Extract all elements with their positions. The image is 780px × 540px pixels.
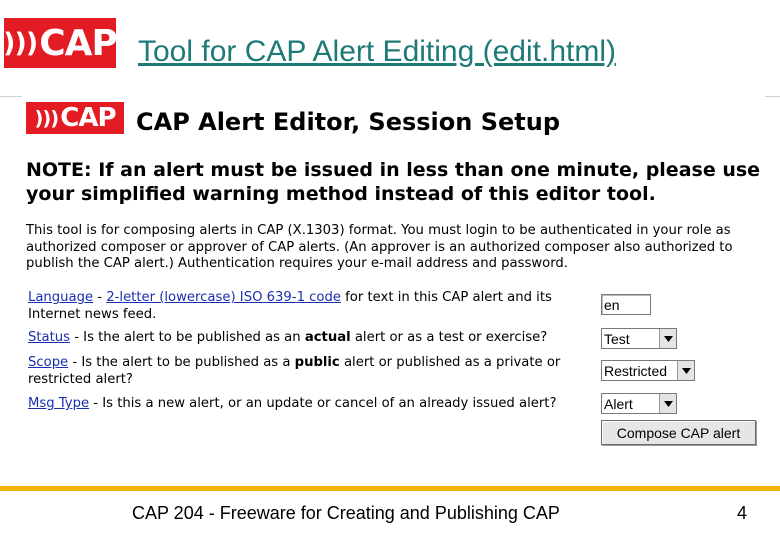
msgtype-select[interactable]: Alert [601,393,677,414]
chevron-down-icon[interactable] [677,361,694,380]
intro-text: This tool is for composing alerts in CAP… [26,223,733,271]
slide-title[interactable]: Tool for CAP Alert Editing (edit.html) [138,35,616,69]
language-description: Language - 2-letter (lowercase) ISO 639-… [28,290,552,322]
footer-divider [0,486,780,491]
broadcast-icon: ))) [34,106,59,130]
msgtype-value: Alert [604,395,633,412]
iso-639-1-link[interactable]: 2-letter (lowercase) ISO 639-1 code [106,290,341,305]
status-description: Status - Is the alert to be published as… [28,330,548,345]
scope-description: Scope - Is the alert to be published as … [28,355,561,387]
editor-cap-logo: ))) CAP [26,102,124,134]
broadcast-icon: ))) [3,27,38,59]
compose-cap-alert-button[interactable]: Compose CAP alert [601,420,756,445]
chevron-down-icon[interactable] [659,394,676,413]
cap-logo-text: CAP [39,22,118,64]
editor-heading: CAP Alert Editor, Session Setup [136,108,561,136]
msgtype-link[interactable]: Msg Type [28,396,89,411]
divider [0,96,22,97]
scope-value: Restricted [604,362,668,379]
divider [765,96,780,97]
status-select[interactable]: Test [601,328,677,349]
page-number: 4 [737,503,748,523]
language-link[interactable]: Language [28,290,93,305]
scope-link[interactable]: Scope [28,355,68,370]
editor-logo-text: CAP [60,103,116,133]
footer-text: CAP 204 - Freeware for Creating and Publ… [132,503,560,523]
scope-select[interactable]: Restricted [601,360,695,381]
cap-logo: ))) CAP [3,18,118,68]
note-text: NOTE: If an alert must be issued in less… [26,159,761,205]
status-link[interactable]: Status [28,330,70,345]
msgtype-description: Msg Type - Is this a new alert, or an up… [28,396,557,411]
language-input[interactable] [601,294,651,315]
status-value: Test [604,330,630,347]
chevron-down-icon[interactable] [659,329,676,348]
